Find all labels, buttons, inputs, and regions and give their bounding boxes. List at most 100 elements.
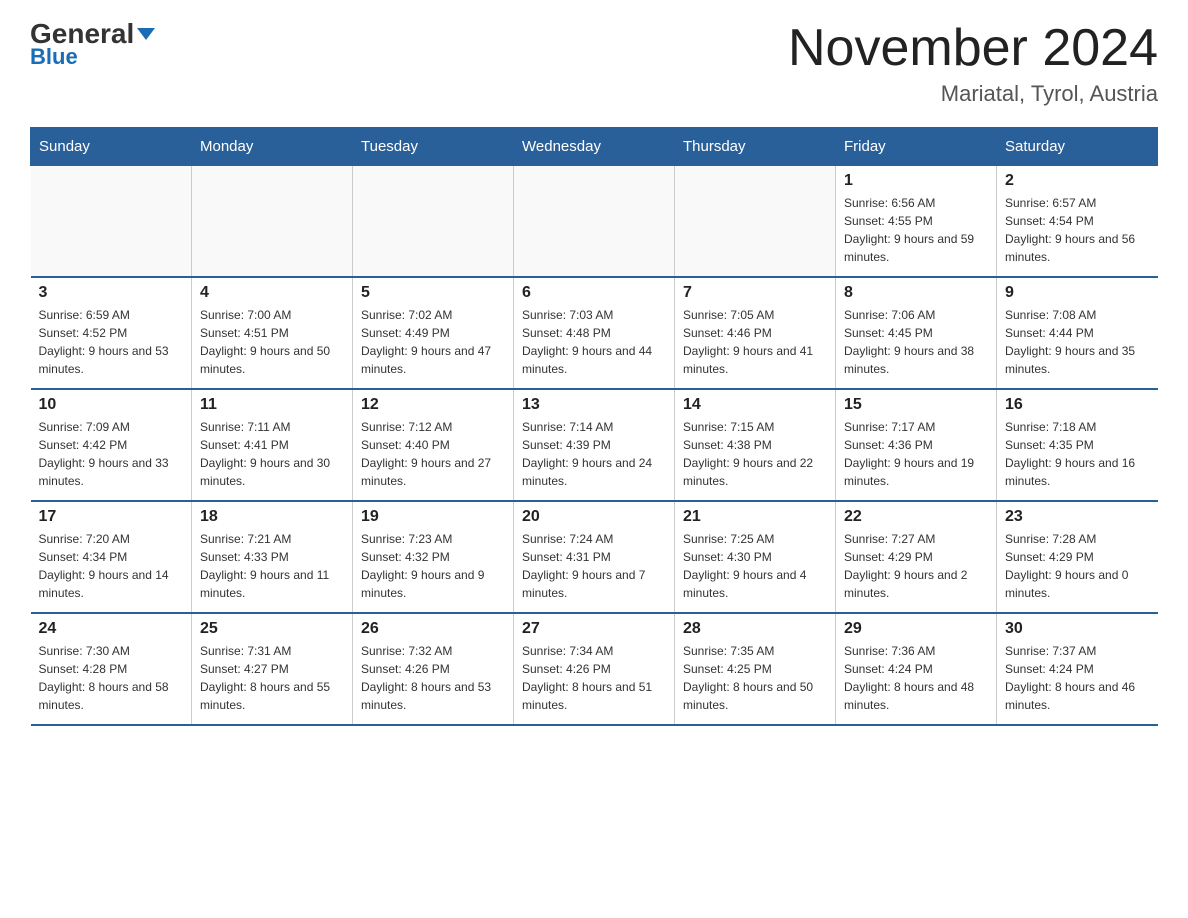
day-info: Sunrise: 7:35 AMSunset: 4:25 PMDaylight:… (683, 642, 827, 714)
day-number: 25 (200, 620, 344, 638)
calendar-cell (675, 166, 836, 278)
calendar-cell: 12 Sunrise: 7:12 AMSunset: 4:40 PMDayligh… (353, 389, 514, 501)
calendar-week-row: 3 Sunrise: 6:59 AMSunset: 4:52 PMDaylight… (31, 277, 1158, 389)
day-info: Sunrise: 7:18 AMSunset: 4:35 PMDaylight:… (1005, 418, 1150, 490)
calendar-cell: 29Sunrise: 7:36 AMSunset: 4:24 PMDayligh… (836, 613, 997, 725)
day-info: Sunrise: 6:56 AMSunset: 4:55 PMDaylight:… (844, 194, 988, 266)
day-number: 30 (1005, 620, 1150, 638)
location-title: Mariatal, Tyrol, Austria (788, 81, 1158, 107)
calendar-cell: 5 Sunrise: 7:02 AMSunset: 4:49 PMDaylight… (353, 277, 514, 389)
day-info: Sunrise: 7:11 AMSunset: 4:41 PMDaylight:… (200, 418, 344, 490)
day-info: Sunrise: 7:09 AMSunset: 4:42 PMDaylight:… (39, 418, 184, 490)
day-info: Sunrise: 7:23 AMSunset: 4:32 PMDaylight:… (361, 530, 505, 602)
calendar-cell: 30 Sunrise: 7:37 AMSunset: 4:24 PMDayligh… (997, 613, 1158, 725)
day-info: Sunrise: 7:12 AMSunset: 4:40 PMDaylight:… (361, 418, 505, 490)
calendar-cell (353, 166, 514, 278)
calendar-cell: 16 Sunrise: 7:18 AMSunset: 4:35 PMDayligh… (997, 389, 1158, 501)
day-info: Sunrise: 6:59 AMSunset: 4:52 PMDaylight:… (39, 306, 184, 378)
day-info: Sunrise: 7:32 AMSunset: 4:26 PMDaylight:… (361, 642, 505, 714)
day-number: 15 (844, 396, 988, 414)
calendar-cell: 24 Sunrise: 7:30 AMSunset: 4:28 PMDayligh… (31, 613, 192, 725)
day-info: Sunrise: 7:15 AMSunset: 4:38 PMDaylight:… (683, 418, 827, 490)
calendar-cell: 13Sunrise: 7:14 AMSunset: 4:39 PMDayligh… (514, 389, 675, 501)
day-number: 17 (39, 508, 184, 526)
calendar-cell: 7 Sunrise: 7:05 AMSunset: 4:46 PMDaylight… (675, 277, 836, 389)
month-title: November 2024 (788, 20, 1158, 77)
day-info: Sunrise: 7:17 AMSunset: 4:36 PMDaylight:… (844, 418, 988, 490)
day-info: Sunrise: 6:57 AMSunset: 4:54 PMDaylight:… (1005, 194, 1150, 266)
day-info: Sunrise: 7:05 AMSunset: 4:46 PMDaylight:… (683, 306, 827, 378)
weekday-header: Monday (192, 128, 353, 166)
calendar-week-row: 24 Sunrise: 7:30 AMSunset: 4:28 PMDayligh… (31, 613, 1158, 725)
day-info: Sunrise: 7:21 AMSunset: 4:33 PMDaylight:… (200, 530, 344, 602)
day-number: 11 (200, 396, 344, 414)
day-info: Sunrise: 7:31 AMSunset: 4:27 PMDaylight:… (200, 642, 344, 714)
day-number: 8 (844, 284, 988, 302)
weekday-header: Friday (836, 128, 997, 166)
day-number: 23 (1005, 508, 1150, 526)
calendar-cell: 6 Sunrise: 7:03 AMSunset: 4:48 PMDaylight… (514, 277, 675, 389)
day-number: 26 (361, 620, 505, 638)
title-block: November 2024 Mariatal, Tyrol, Austria (788, 20, 1158, 107)
day-info: Sunrise: 7:14 AMSunset: 4:39 PMDaylight:… (522, 418, 666, 490)
day-number: 10 (39, 396, 184, 414)
day-number: 7 (683, 284, 827, 302)
weekday-header: Thursday (675, 128, 836, 166)
weekday-header: Tuesday (353, 128, 514, 166)
calendar-cell: 11 Sunrise: 7:11 AMSunset: 4:41 PMDayligh… (192, 389, 353, 501)
weekday-header: Saturday (997, 128, 1158, 166)
day-number: 16 (1005, 396, 1150, 414)
day-number: 29 (844, 620, 988, 638)
page-header: General Blue November 2024 Mariatal, Tyr… (30, 20, 1158, 107)
calendar-cell: 3 Sunrise: 6:59 AMSunset: 4:52 PMDaylight… (31, 277, 192, 389)
calendar-cell: 19Sunrise: 7:23 AMSunset: 4:32 PMDayligh… (353, 501, 514, 613)
calendar-cell: 4 Sunrise: 7:00 AMSunset: 4:51 PMDaylight… (192, 277, 353, 389)
calendar-cell: 1 Sunrise: 6:56 AMSunset: 4:55 PMDaylight… (836, 166, 997, 278)
calendar-cell: 10 Sunrise: 7:09 AMSunset: 4:42 PMDayligh… (31, 389, 192, 501)
day-number: 5 (361, 284, 505, 302)
calendar-cell: 15 Sunrise: 7:17 AMSunset: 4:36 PMDayligh… (836, 389, 997, 501)
day-number: 28 (683, 620, 827, 638)
weekday-header: Wednesday (514, 128, 675, 166)
calendar-cell: 9 Sunrise: 7:08 AMSunset: 4:44 PMDaylight… (997, 277, 1158, 389)
day-number: 9 (1005, 284, 1150, 302)
day-number: 3 (39, 284, 184, 302)
calendar-week-row: 17 Sunrise: 7:20 AMSunset: 4:34 PMDayligh… (31, 501, 1158, 613)
calendar-cell: 26 Sunrise: 7:32 AMSunset: 4:26 PMDayligh… (353, 613, 514, 725)
day-number: 22 (844, 508, 988, 526)
calendar-cell: 2Sunrise: 6:57 AMSunset: 4:54 PMDaylight… (997, 166, 1158, 278)
day-info: Sunrise: 7:28 AMSunset: 4:29 PMDaylight:… (1005, 530, 1150, 602)
calendar-cell (514, 166, 675, 278)
calendar-cell: 23 Sunrise: 7:28 AMSunset: 4:29 PMDayligh… (997, 501, 1158, 613)
day-number: 6 (522, 284, 666, 302)
calendar-cell: 17 Sunrise: 7:20 AMSunset: 4:34 PMDayligh… (31, 501, 192, 613)
calendar-cell (31, 166, 192, 278)
day-info: Sunrise: 7:20 AMSunset: 4:34 PMDaylight:… (39, 530, 184, 602)
calendar-cell: 27Sunrise: 7:34 AMSunset: 4:26 PMDayligh… (514, 613, 675, 725)
day-info: Sunrise: 7:08 AMSunset: 4:44 PMDaylight:… (1005, 306, 1150, 378)
calendar-cell: 21Sunrise: 7:25 AMSunset: 4:30 PMDayligh… (675, 501, 836, 613)
calendar-cell (192, 166, 353, 278)
day-number: 20 (522, 508, 666, 526)
logo-blue: Blue (30, 44, 78, 70)
calendar-week-row: 1 Sunrise: 6:56 AMSunset: 4:55 PMDaylight… (31, 166, 1158, 278)
calendar-cell: 20 Sunrise: 7:24 AMSunset: 4:31 PMDayligh… (514, 501, 675, 613)
day-info: Sunrise: 7:37 AMSunset: 4:24 PMDaylight:… (1005, 642, 1150, 714)
day-number: 12 (361, 396, 505, 414)
day-number: 24 (39, 620, 184, 638)
calendar-cell: 18Sunrise: 7:21 AMSunset: 4:33 PMDayligh… (192, 501, 353, 613)
day-info: Sunrise: 7:30 AMSunset: 4:28 PMDaylight:… (39, 642, 184, 714)
day-info: Sunrise: 7:03 AMSunset: 4:48 PMDaylight:… (522, 306, 666, 378)
day-info: Sunrise: 7:02 AMSunset: 4:49 PMDaylight:… (361, 306, 505, 378)
calendar-cell: 25 Sunrise: 7:31 AMSunset: 4:27 PMDayligh… (192, 613, 353, 725)
day-number: 1 (844, 172, 988, 190)
day-info: Sunrise: 7:24 AMSunset: 4:31 PMDaylight:… (522, 530, 666, 602)
day-info: Sunrise: 7:00 AMSunset: 4:51 PMDaylight:… (200, 306, 344, 378)
logo: General Blue (30, 20, 155, 70)
day-number: 4 (200, 284, 344, 302)
calendar-cell: 22Sunrise: 7:27 AMSunset: 4:29 PMDayligh… (836, 501, 997, 613)
calendar-cell: 14Sunrise: 7:15 AMSunset: 4:38 PMDayligh… (675, 389, 836, 501)
day-info: Sunrise: 7:34 AMSunset: 4:26 PMDaylight:… (522, 642, 666, 714)
calendar-table: SundayMondayTuesdayWednesdayThursdayFrid… (30, 127, 1158, 726)
calendar-week-row: 10 Sunrise: 7:09 AMSunset: 4:42 PMDayligh… (31, 389, 1158, 501)
